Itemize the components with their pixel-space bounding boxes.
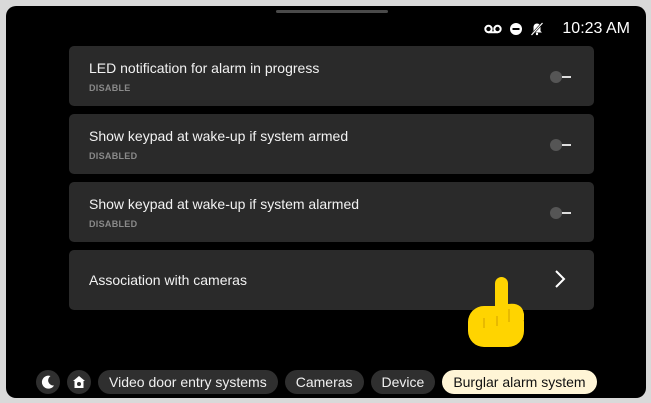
device-screen: 10:23 AM LED notification for alarm in p… <box>6 6 646 398</box>
tab-cameras[interactable]: Cameras <box>284 370 364 394</box>
pointing-hand-icon <box>464 274 530 355</box>
toggle-knob <box>550 207 562 219</box>
setting-title: Show keypad at wake-up if system armed <box>89 128 349 144</box>
notifications-off-icon <box>530 22 544 36</box>
setting-status: DISABLE <box>89 83 131 93</box>
tab-video-door-entry-systems[interactable]: Video door entry systems <box>98 370 278 394</box>
tab-device[interactable]: Device <box>370 370 436 394</box>
setting-status: DISABLED <box>89 219 138 229</box>
keypad-alarmed-toggle[interactable] <box>550 207 572 219</box>
home-settings-icon[interactable] <box>67 370 91 394</box>
setting-title: Show keypad at wake-up if system alarmed <box>89 196 360 212</box>
toggle-knob <box>550 139 562 151</box>
pull-down-handle[interactable] <box>276 10 388 13</box>
moon-icon[interactable] <box>36 370 60 394</box>
setting-title: Association with cameras <box>89 272 247 288</box>
setting-title: LED notification for alarm in progress <box>89 60 320 76</box>
keypad-armed-toggle[interactable] <box>550 139 572 151</box>
status-bar: 10:23 AM <box>484 20 630 38</box>
toggle-track <box>562 144 571 146</box>
bottom-navigation: Video door entry systems Cameras Device … <box>36 370 597 394</box>
setting-status: DISABLED <box>89 151 138 161</box>
toggle-track <box>562 76 571 78</box>
voicemail-icon <box>484 24 503 34</box>
do-not-disturb-icon <box>510 23 523 35</box>
toggle-track <box>562 212 571 214</box>
led-notification-toggle[interactable] <box>550 71 572 83</box>
toggle-knob <box>550 71 562 83</box>
setting-keypad-armed[interactable]: Show keypad at wake-up if system armed D… <box>69 114 594 174</box>
setting-led-notification[interactable]: LED notification for alarm in progress D… <box>69 46 594 106</box>
tab-burglar-alarm-system[interactable]: Burglar alarm system <box>442 370 597 394</box>
clock: 10:23 AM <box>562 20 630 37</box>
setting-keypad-alarmed[interactable]: Show keypad at wake-up if system alarmed… <box>69 182 594 242</box>
chevron-right-icon[interactable] <box>554 269 566 294</box>
